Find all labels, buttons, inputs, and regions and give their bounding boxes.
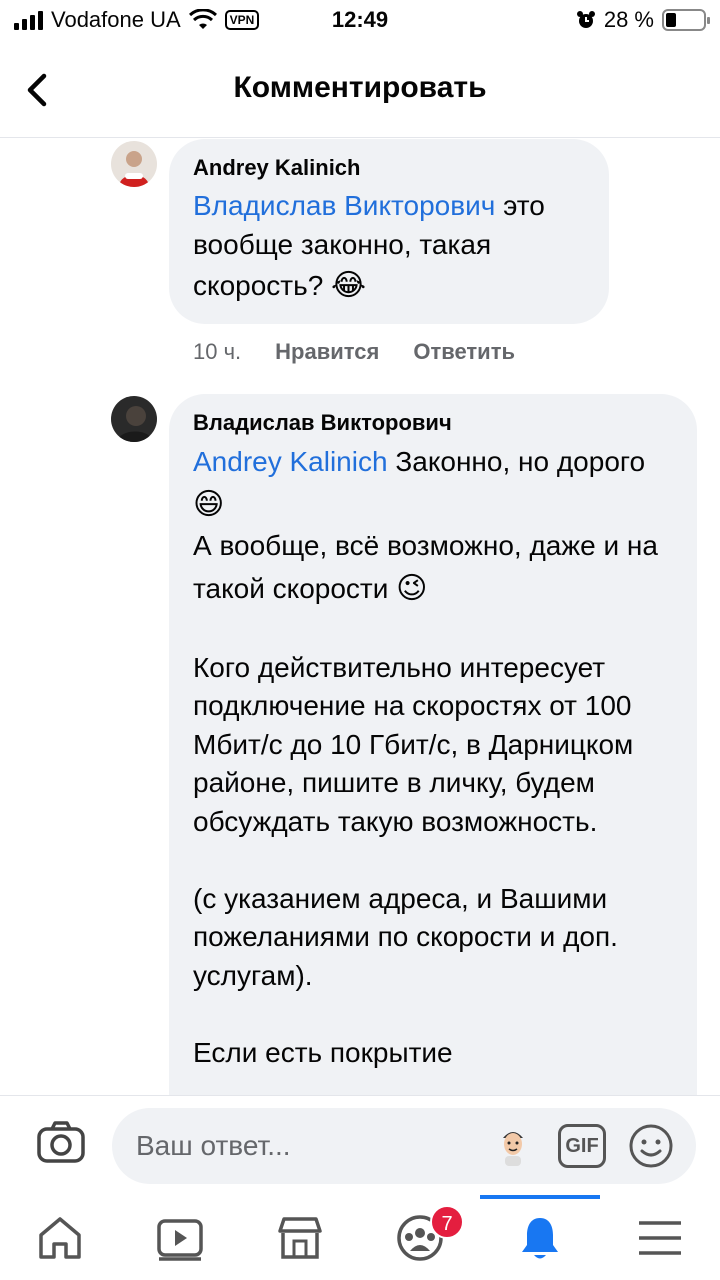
reply-button[interactable]: Ответить: [413, 339, 515, 365]
home-icon: [39, 1217, 81, 1259]
tab-bar: 7: [0, 1195, 720, 1280]
avatar[interactable]: [111, 141, 157, 187]
video-icon: [157, 1219, 203, 1261]
marketplace-icon: [278, 1217, 322, 1259]
header: Комментировать: [0, 40, 720, 138]
reply-placeholder: Ваш ответ...: [136, 1130, 291, 1161]
comment-text: Законно, но дорого: [387, 446, 646, 478]
laughing-emoji: 😂: [331, 267, 367, 303]
comment-paragraph: Если есть покрытие: [193, 1036, 453, 1068]
reply-input[interactable]: Ваш ответ... GIF: [112, 1108, 696, 1184]
comment-bubble: Andrey Kalinich Владислав Викторович это…: [169, 139, 609, 324]
winking-emoji: 😉: [396, 571, 428, 607]
tab-home[interactable]: [0, 1195, 120, 1280]
status-right: 28 %: [576, 7, 710, 33]
like-button[interactable]: Нравится: [275, 339, 379, 365]
avatar-sticker-icon[interactable]: [498, 1126, 528, 1166]
battery-icon: [662, 9, 710, 31]
comment-author[interactable]: Andrey Kalinich: [193, 153, 585, 183]
grinning-emoji: 😄: [193, 486, 225, 522]
emoji-icon[interactable]: [628, 1123, 674, 1169]
tab-menu[interactable]: [600, 1195, 720, 1280]
menu-icon: [639, 1221, 681, 1255]
tab-marketplace[interactable]: [240, 1195, 360, 1280]
comment-meta: 10 ч. Нравится Ответить: [193, 339, 515, 365]
alarm-icon: [576, 11, 595, 28]
camera-icon[interactable]: [36, 1120, 86, 1164]
battery-fill: [666, 13, 676, 27]
tab-groups[interactable]: 7: [360, 1195, 480, 1280]
comment-time: 10 ч.: [193, 339, 242, 364]
comment-paragraph: Andrey Kalinich Законно, но дорого 😄 А во…: [193, 442, 673, 610]
gif-button[interactable]: GIF: [558, 1124, 606, 1168]
avatar-image: [111, 396, 157, 442]
notification-badge: 7: [430, 1205, 464, 1239]
comment-bubble: Владислав Викторович Andrey Kalinich Зак…: [169, 394, 697, 1154]
bell-icon: [522, 1218, 558, 1259]
status-bar: Vodafone UA VPN 12:49 28 %: [0, 0, 720, 40]
avatar-image: [111, 141, 157, 187]
comment-author[interactable]: Владислав Викторович: [193, 408, 673, 438]
active-tab-indicator: [480, 1195, 600, 1199]
mention-link[interactable]: Владислав Викторович: [193, 190, 495, 221]
reply-bar: Ваш ответ... GIF: [0, 1095, 720, 1195]
mention-link[interactable]: Andrey Kalinich: [193, 446, 388, 477]
battery-percent: 28 %: [603, 7, 654, 32]
avatar[interactable]: [111, 396, 157, 442]
tab-notifications[interactable]: [480, 1195, 600, 1280]
page-title: Комментировать: [233, 71, 487, 104]
comment-paragraph: Кого действительно интересует подключени…: [193, 651, 634, 838]
comment-paragraph: (с указанием адреса, и Вашими пожеланиям…: [193, 882, 618, 991]
tab-watch[interactable]: [120, 1195, 240, 1280]
